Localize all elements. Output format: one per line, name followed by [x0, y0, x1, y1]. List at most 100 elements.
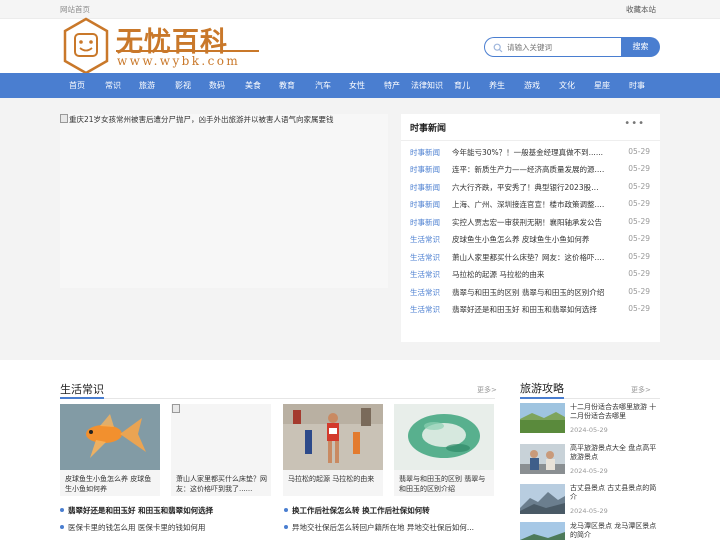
- news-row[interactable]: 生活常识 翡翠与和田玉的区别 翡翠与和田玉的区别介绍 05-29: [410, 287, 650, 299]
- news-row[interactable]: 生活常识 马拉松的起源 马拉松的由来 05-29: [410, 269, 650, 281]
- news-title[interactable]: 连平：新质生产力——经济高质量发展的源......: [452, 164, 605, 175]
- travel-item[interactable]: 古丈县景点 古丈县景点的简介 2024-05-29: [520, 484, 660, 515]
- mountain-thumbnail[interactable]: [520, 484, 565, 514]
- travel-date: 2024-05-29: [570, 426, 608, 434]
- news-category[interactable]: 时事新闻: [410, 199, 440, 210]
- goldfish-image[interactable]: [60, 404, 160, 470]
- article-link[interactable]: 医保卡里的钱怎么用 医保卡里的钱如何用: [60, 522, 205, 533]
- news-category[interactable]: 时事新闻: [410, 182, 440, 193]
- news-title[interactable]: 翡翠与和田玉的区别 翡翠与和田玉的区别介绍: [452, 287, 605, 298]
- news-title[interactable]: 上海、广州、深圳接连官宣！楼市政策调整......: [452, 199, 605, 210]
- travel-title[interactable]: 十二月份适合去哪里旅游 十二月份适合去哪里: [570, 403, 660, 421]
- article-link[interactable]: 翡翠好还是和田玉好 和田玉和翡翠如何选择: [60, 505, 213, 516]
- card-caption[interactable]: 翡翠与和田玉的区别 翡翠与和田玉的区别介绍: [399, 474, 491, 494]
- news-row[interactable]: 生活常识 皮球鱼生小鱼怎么养 皮球鱼生小鱼如何养 05-29: [410, 234, 650, 246]
- news-category[interactable]: 生活常识: [410, 234, 440, 245]
- broken-image[interactable]: [171, 404, 271, 470]
- nav-item-horoscope[interactable]: 星座: [594, 73, 610, 98]
- news-row[interactable]: 时事新闻 六大行齐跌，平安秀了！典型银行2023股息...... 05-29: [410, 182, 650, 194]
- news-date: 05-29: [628, 252, 650, 261]
- travel-item[interactable]: 十二月份适合去哪里旅游 十二月份适合去哪里 2024-05-29: [520, 403, 660, 434]
- news-title[interactable]: 翡翠好还是和田玉好 和田玉和翡翠如何选择: [452, 304, 605, 315]
- nav-item-home[interactable]: 首页: [69, 73, 85, 98]
- more-icon[interactable]: •••: [624, 118, 645, 129]
- nav-item-health[interactable]: 养生: [489, 73, 505, 98]
- news-row[interactable]: 生活常识 萧山人家里都买什么床垫？网友：这价格吓...... 05-29: [410, 252, 650, 264]
- nav-item-digital[interactable]: 数码: [209, 73, 225, 98]
- nav-item-food[interactable]: 美食: [245, 73, 261, 98]
- news-row[interactable]: 时事新闻 实控人贾志宏一审获刑无期！襄阳轴承发公告 05-29: [410, 217, 650, 229]
- travel-item[interactable]: 高平旅游景点大全 盘点高平旅游景点 2024-05-29: [520, 444, 660, 475]
- news-category[interactable]: 生活常识: [410, 269, 440, 280]
- nav-item-culture[interactable]: 文化: [559, 73, 575, 98]
- nav-item-parenting[interactable]: 育儿: [454, 73, 470, 98]
- jade-bracelet-image[interactable]: [394, 404, 494, 470]
- news-category[interactable]: 生活常识: [410, 304, 440, 315]
- news-date: 05-29: [628, 182, 650, 191]
- card-caption[interactable]: 皮球鱼生小鱼怎么养 皮球鱼生小鱼如何养: [65, 474, 157, 494]
- life-more-link[interactable]: 更多>: [477, 385, 497, 395]
- home-link[interactable]: 网站首页: [60, 4, 90, 15]
- news-date: 05-29: [628, 234, 650, 243]
- landscape-thumbnail[interactable]: [520, 522, 565, 540]
- card-caption[interactable]: 马拉松的起源 马拉松的由来: [288, 474, 380, 484]
- news-date: 05-29: [628, 164, 650, 173]
- news-date: 05-29: [628, 147, 650, 156]
- nav-item-auto[interactable]: 汽车: [315, 73, 331, 98]
- article-card[interactable]: 马拉松的起源 马拉松的由来: [283, 404, 383, 496]
- news-category[interactable]: 生活常识: [410, 252, 440, 263]
- nav-item-specialty[interactable]: 特产: [384, 73, 400, 98]
- logo-face-icon[interactable]: [62, 17, 110, 75]
- news-date: 05-29: [628, 199, 650, 208]
- article-link-text: 异地交社保后怎么转回户籍所在地 异地交社保后如何...: [292, 523, 475, 532]
- bullet-icon: [60, 508, 64, 512]
- travel-title[interactable]: 龙马潭区景点 龙马潭区景点的简介: [570, 522, 660, 540]
- card-caption[interactable]: 萧山人家里都买什么床垫？网友：这价格吓到我了......: [176, 474, 268, 494]
- nav-item-current-affairs[interactable]: 时事: [629, 73, 645, 98]
- bullet-icon: [60, 525, 64, 529]
- article-link[interactable]: 换工作后社保怎么转 换工作后社保如何转: [284, 505, 430, 516]
- nav-item-travel[interactable]: 旅游: [139, 73, 155, 98]
- section-accent: [520, 397, 564, 399]
- people-thumbnail[interactable]: [520, 444, 565, 474]
- travel-more-link[interactable]: 更多>: [631, 385, 651, 395]
- article-card[interactable]: 萧山人家里都买什么床垫？网友：这价格吓到我了......: [171, 404, 271, 496]
- nav-item-knowledge[interactable]: 常识: [105, 73, 121, 98]
- article-link[interactable]: 异地交社保后怎么转回户籍所在地 异地交社保后如何...: [284, 522, 474, 533]
- hero-caption-text: 重庆21岁女孩常州被害后遭分尸抛尸，凶手外出旅游并以被害人语气向家属要钱: [69, 115, 334, 124]
- article-card[interactable]: 翡翠与和田玉的区别 翡翠与和田玉的区别介绍: [394, 404, 494, 496]
- search-button[interactable]: 搜索: [621, 37, 660, 57]
- nav-item-games[interactable]: 游戏: [524, 73, 540, 98]
- broken-image-icon: [172, 404, 180, 413]
- news-title[interactable]: 今年能亏30%？！一般基金经理真做不到......: [452, 147, 605, 158]
- nav-item-film[interactable]: 影视: [175, 73, 191, 98]
- news-title[interactable]: 马拉松的起源 马拉松的由来: [452, 269, 605, 280]
- news-title[interactable]: 皮球鱼生小鱼怎么养 皮球鱼生小鱼如何养: [452, 234, 605, 245]
- bullet-icon: [284, 525, 288, 529]
- marathon-image[interactable]: [283, 404, 383, 470]
- news-row[interactable]: 时事新闻 今年能亏30%？！一般基金经理真做不到...... 05-29: [410, 147, 650, 159]
- news-row[interactable]: 时事新闻 连平：新质生产力——经济高质量发展的源...... 05-29: [410, 164, 650, 176]
- logo-underline: [116, 50, 259, 52]
- bookmark-link[interactable]: 收藏本站: [626, 4, 656, 15]
- hero-image[interactable]: 重庆21岁女孩常州被害后遭分尸抛尸，凶手外出旅游并以被害人语气向家属要钱: [60, 114, 388, 288]
- travel-item[interactable]: 龙马潭区景点 龙马潭区景点的简介: [520, 522, 660, 540]
- search-input[interactable]: [507, 41, 617, 54]
- news-title[interactable]: 实控人贾志宏一审获刑无期！襄阳轴承发公告: [452, 217, 605, 228]
- landscape-thumbnail[interactable]: [520, 403, 565, 433]
- article-card[interactable]: 皮球鱼生小鱼怎么养 皮球鱼生小鱼如何养: [60, 404, 160, 496]
- travel-title[interactable]: 古丈县景点 古丈县景点的简介: [570, 484, 660, 502]
- nav-item-law[interactable]: 法律知识: [411, 73, 443, 98]
- news-category[interactable]: 生活常识: [410, 287, 440, 298]
- news-row[interactable]: 生活常识 翡翠好还是和田玉好 和田玉和翡翠如何选择 05-29: [410, 304, 650, 316]
- news-category[interactable]: 时事新闻: [410, 164, 440, 175]
- news-row[interactable]: 时事新闻 上海、广州、深圳接连官宣！楼市政策调整...... 05-29: [410, 199, 650, 211]
- hero-caption[interactable]: 重庆21岁女孩常州被害后遭分尸抛尸，凶手外出旅游并以被害人语气向家属要钱: [60, 114, 334, 125]
- travel-title[interactable]: 高平旅游景点大全 盘点高平旅游景点: [570, 444, 660, 462]
- news-category[interactable]: 时事新闻: [410, 147, 440, 158]
- news-category[interactable]: 时事新闻: [410, 217, 440, 228]
- nav-item-education[interactable]: 教育: [279, 73, 295, 98]
- news-title[interactable]: 六大行齐跌，平安秀了！典型银行2023股息......: [452, 182, 605, 193]
- news-title[interactable]: 萧山人家里都买什么床垫？网友：这价格吓......: [452, 252, 605, 263]
- nav-item-women[interactable]: 女性: [349, 73, 365, 98]
